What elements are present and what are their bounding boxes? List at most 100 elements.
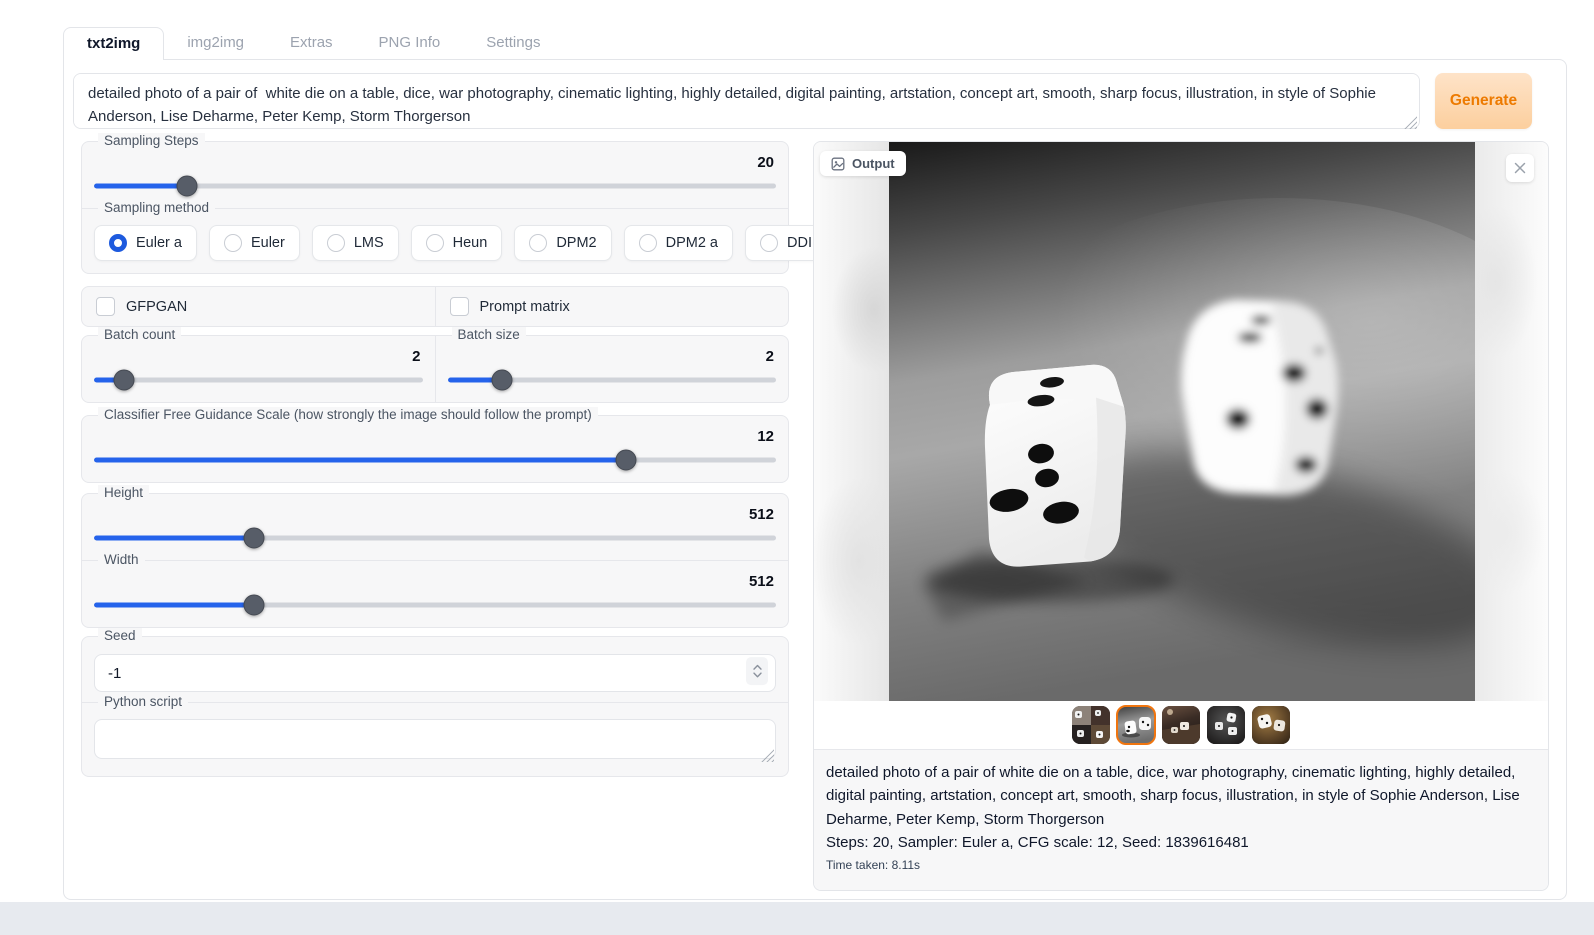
gfpgan-checkbox-row[interactable]: GFPGAN bbox=[82, 287, 435, 326]
batch-count-label: Batch count bbox=[98, 327, 181, 342]
option-label: Euler a bbox=[136, 235, 182, 251]
tab-settings[interactable]: Settings bbox=[463, 27, 563, 60]
prompt-matrix-label: Prompt matrix bbox=[480, 299, 570, 315]
sampling-option-lms[interactable]: LMS bbox=[312, 225, 399, 261]
gallery-thumbnail-2-selected[interactable] bbox=[1117, 706, 1155, 744]
python-script-field: Python script bbox=[82, 702, 788, 776]
batch-size-slider[interactable] bbox=[448, 369, 777, 390]
batch-count-slider[interactable] bbox=[94, 369, 423, 390]
sampling-steps-label: Sampling Steps bbox=[98, 133, 205, 148]
prompt-matrix-col: Prompt matrix bbox=[435, 287, 789, 326]
width-field: Width 512 bbox=[82, 560, 788, 627]
size-group: Height 512 Width 512 bbox=[81, 493, 789, 628]
batch-size-value: 2 bbox=[448, 348, 775, 365]
sampling-method-field: Sampling method Euler a Euler LMS bbox=[82, 208, 788, 273]
cfg-scale-value: 12 bbox=[94, 428, 774, 445]
radio-icon bbox=[639, 234, 657, 252]
checkbox-icon bbox=[96, 297, 115, 316]
app-window: txt2img img2img Extras PNG Info Settings… bbox=[63, 27, 1567, 900]
prompt-input[interactable]: detailed photo of a pair of white die on… bbox=[73, 73, 1420, 129]
radio-icon bbox=[426, 234, 444, 252]
caption-prompt: detailed photo of a pair of white die on… bbox=[826, 761, 1536, 831]
radio-selected-icon bbox=[109, 234, 127, 252]
height-value: 512 bbox=[94, 506, 774, 523]
tab-extras[interactable]: Extras bbox=[267, 27, 356, 60]
preview-backdrop-right bbox=[1473, 142, 1548, 701]
width-slider[interactable] bbox=[94, 594, 776, 615]
python-script-input[interactable] bbox=[94, 719, 776, 759]
slider-track[interactable] bbox=[94, 602, 776, 607]
seed-stepper[interactable] bbox=[746, 657, 768, 685]
batch-count-value: 2 bbox=[94, 348, 421, 365]
generate-button[interactable]: Generate bbox=[1435, 73, 1532, 129]
cfg-scale-slider[interactable] bbox=[94, 449, 776, 470]
batch-size-field: Batch size 2 bbox=[436, 336, 789, 402]
radio-icon bbox=[224, 234, 242, 252]
slider-thumb[interactable] bbox=[113, 369, 134, 390]
sampling-option-dpm2[interactable]: DPM2 bbox=[514, 225, 611, 261]
slider-thumb[interactable] bbox=[244, 594, 265, 615]
sampling-steps-slider[interactable] bbox=[94, 175, 776, 196]
sampling-option-euler-a[interactable]: Euler a bbox=[94, 225, 197, 261]
seed-label: Seed bbox=[98, 628, 142, 643]
slider-track[interactable] bbox=[94, 457, 776, 462]
seed-input[interactable] bbox=[94, 654, 776, 692]
gfpgan-col: GFPGAN bbox=[82, 287, 435, 326]
sampling-option-euler[interactable]: Euler bbox=[209, 225, 300, 261]
gallery-thumbnail-1[interactable] bbox=[1072, 706, 1110, 744]
slider-thumb[interactable] bbox=[615, 449, 636, 470]
sampling-option-heun[interactable]: Heun bbox=[411, 225, 503, 261]
batch-count-col: Batch count 2 bbox=[82, 336, 435, 402]
chevron-up-icon bbox=[753, 664, 762, 670]
chevron-down-icon bbox=[753, 672, 762, 678]
close-icon bbox=[1514, 162, 1526, 174]
gallery-thumbnail-4[interactable] bbox=[1207, 706, 1245, 744]
width-value: 512 bbox=[94, 573, 774, 590]
output-label-text: Output bbox=[852, 156, 895, 171]
generation-info: detailed photo of a pair of white die on… bbox=[814, 749, 1548, 891]
slider-thumb[interactable] bbox=[177, 175, 198, 196]
output-preview: Output bbox=[814, 142, 1548, 701]
sampling-option-dpm2-a[interactable]: DPM2 a bbox=[624, 225, 733, 261]
close-gallery-button[interactable] bbox=[1506, 154, 1534, 182]
sampling-group: Sampling Steps 20 Sampling method Euler … bbox=[81, 141, 789, 274]
generated-image[interactable] bbox=[889, 142, 1475, 701]
option-label: LMS bbox=[354, 235, 384, 251]
sampling-method-label: Sampling method bbox=[98, 200, 215, 215]
sampling-steps-field: Sampling Steps 20 bbox=[82, 142, 788, 208]
slider-thumb[interactable] bbox=[491, 369, 512, 390]
option-label: DPM2 bbox=[556, 235, 596, 251]
height-field: Height 512 bbox=[82, 494, 788, 560]
output-label: Output bbox=[820, 151, 906, 176]
cfg-group: Classifier Free Guidance Scale (how stro… bbox=[81, 415, 789, 483]
radio-icon bbox=[327, 234, 345, 252]
caption-params: Steps: 20, Sampler: Euler a, CFG scale: … bbox=[826, 832, 1536, 855]
slider-track[interactable] bbox=[94, 377, 423, 382]
python-script-label: Python script bbox=[98, 694, 188, 709]
option-label: Heun bbox=[453, 235, 488, 251]
image-icon bbox=[831, 157, 845, 171]
seed-script-group: Seed Python script bbox=[81, 636, 789, 777]
slider-thumb[interactable] bbox=[244, 527, 265, 548]
output-panel: Output bbox=[813, 141, 1549, 891]
tab-img2img[interactable]: img2img bbox=[164, 27, 267, 60]
option-label: Euler bbox=[251, 235, 285, 251]
seed-field: Seed bbox=[82, 637, 788, 702]
batch-size-label: Batch size bbox=[452, 327, 526, 342]
gallery-thumbnail-5[interactable] bbox=[1252, 706, 1290, 744]
gallery-thumbnails bbox=[814, 701, 1548, 749]
sampling-steps-value: 20 bbox=[94, 154, 774, 171]
option-label: DPM2 a bbox=[666, 235, 718, 251]
prompt-matrix-checkbox-row[interactable]: Prompt matrix bbox=[436, 287, 789, 326]
height-label: Height bbox=[98, 485, 149, 500]
tab-png-info[interactable]: PNG Info bbox=[356, 27, 464, 60]
gfpgan-label: GFPGAN bbox=[126, 299, 187, 315]
height-slider[interactable] bbox=[94, 527, 776, 548]
batch-count-field: Batch count 2 bbox=[82, 336, 435, 402]
preview-backdrop-left bbox=[814, 142, 889, 701]
slider-track[interactable] bbox=[94, 535, 776, 540]
caption-time: Time taken: 8.11s bbox=[826, 858, 1536, 872]
tab-txt2img[interactable]: txt2img bbox=[63, 27, 164, 60]
txt2img-panel: detailed photo of a pair of white die on… bbox=[63, 59, 1567, 900]
gallery-thumbnail-3[interactable] bbox=[1162, 706, 1200, 744]
